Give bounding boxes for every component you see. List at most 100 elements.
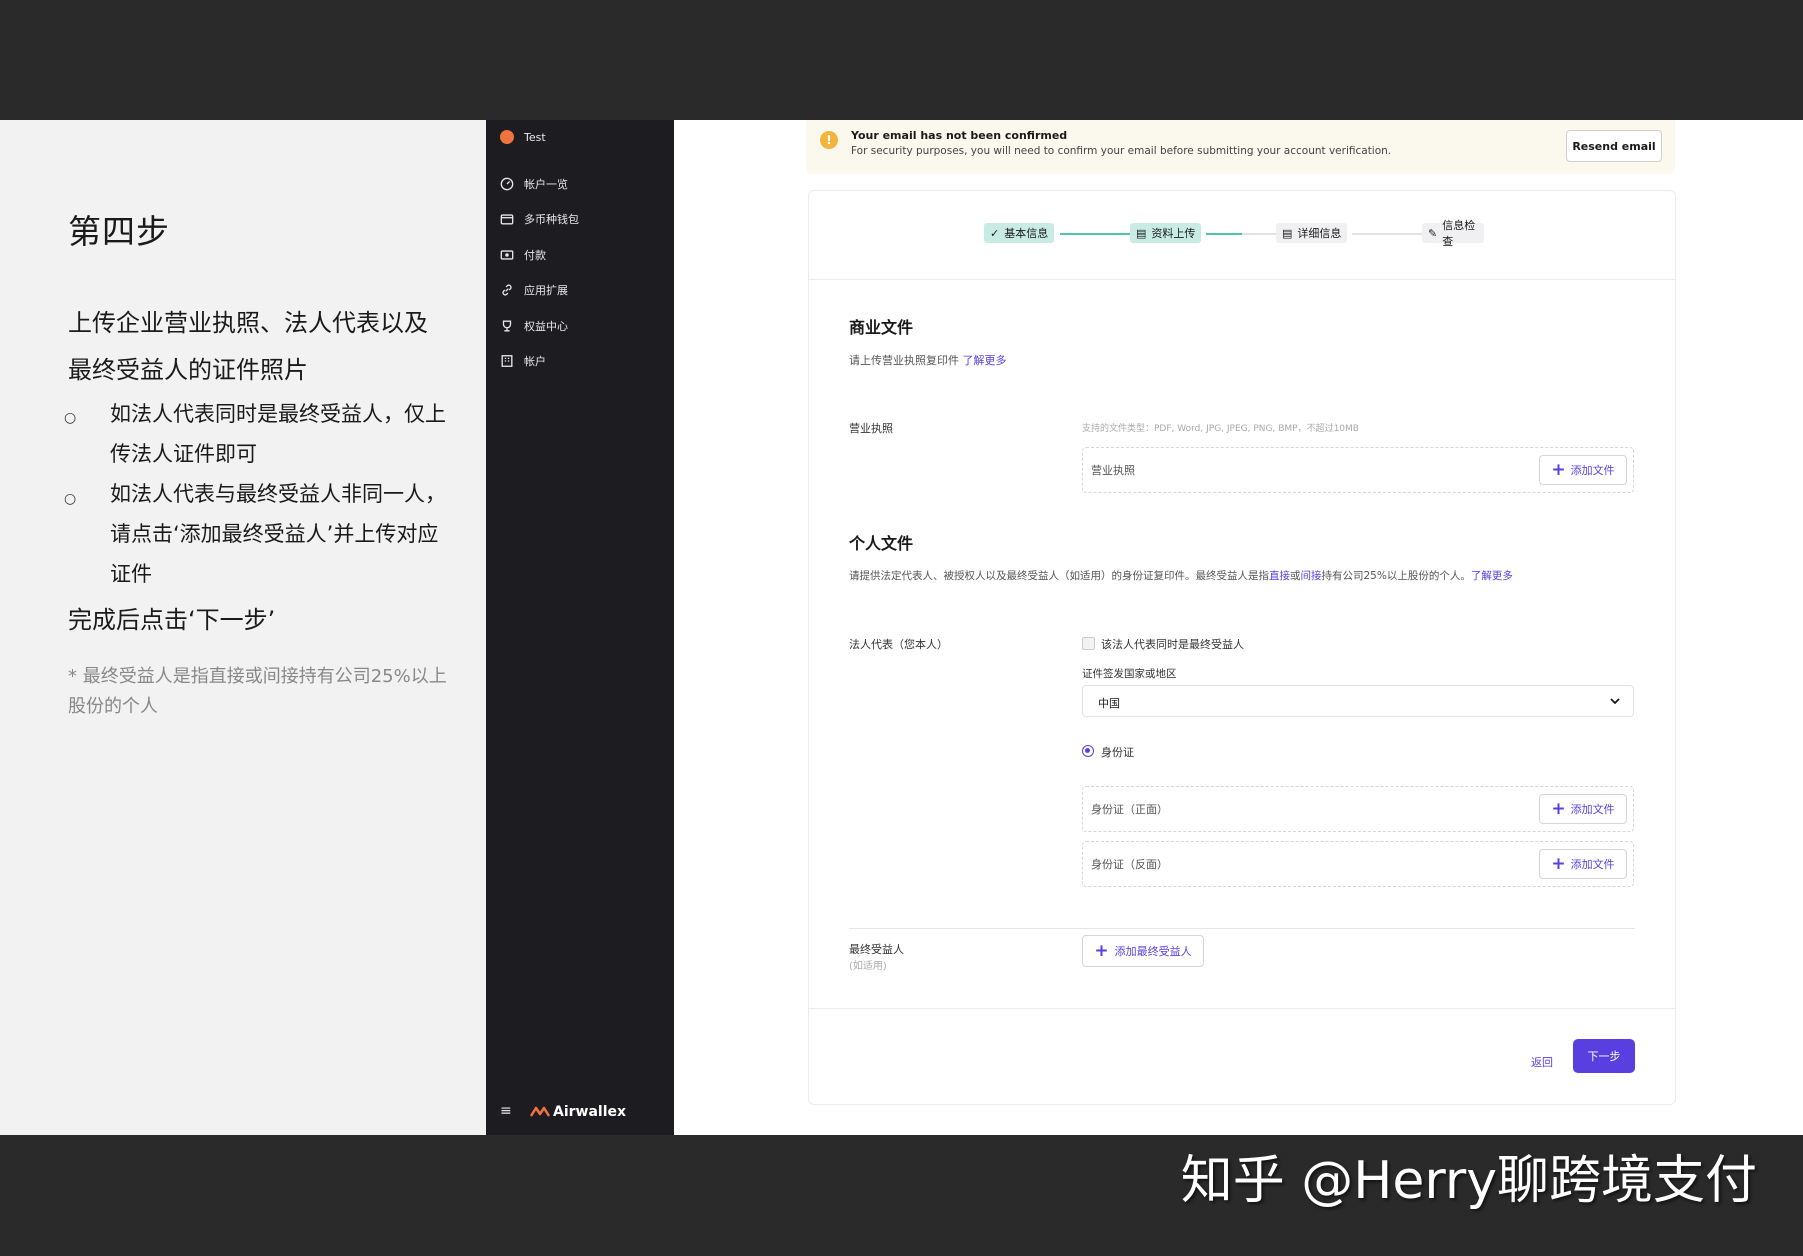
sidebar-item-wallet[interactable]: 多币种钱包 [500,211,579,227]
sidebar-item-label: 付款 [524,249,546,262]
bullet-text-2: 如法人代表与最终受益人非同一人，请点击‘添加最终受益人’并上传对应证件 [110,482,446,586]
step-label: 基本信息 [1004,227,1049,240]
country-select[interactable]: 中国 [1082,685,1634,717]
bullet-text-1: 如法人代表同时是最终受益人，仅上传法人证件即可 [110,402,446,466]
bullet-icon: ○ [64,491,77,507]
personal-desc-text-2: 持有公司25%以上股份的个人。 [1321,570,1471,582]
email-alert: ! Your email has not been confirmed For … [806,120,1675,174]
building-icon [501,355,513,367]
sidebar-item-account[interactable]: 帐户 [500,353,546,369]
top-band [0,0,1803,120]
sidebar-item-label: 帐户一览 [524,178,568,191]
add-file-button[interactable]: + 添加文件 [1539,794,1627,824]
plus-icon: + [1551,798,1566,819]
step-review[interactable]: ✎ 信息检查 [1422,219,1484,248]
resend-email-button[interactable]: Resend email [1566,130,1662,162]
divider [809,279,1675,280]
sidebar-item-payments[interactable]: 付款 [500,247,546,263]
org-name: Test [524,130,546,144]
ubo-sublabel: (如适用) [849,961,887,972]
link-icon [502,284,512,296]
learn-more-link[interactable]: 了解更多 [963,354,1007,367]
step-connector [1060,233,1130,235]
trophy-icon [502,320,512,332]
add-file-button[interactable]: + 添加文件 [1539,455,1627,485]
back-button[interactable]: 返回 [1531,1054,1553,1070]
step-details[interactable]: ▤ 详细信息 [1276,223,1348,243]
bullet-icon: ○ [64,410,77,426]
payment-icon [500,250,514,260]
business-docs-desc: 请上传营业执照复印件 了解更多 [849,352,1007,368]
upload-placeholder: 身份证（正面） [1091,803,1168,816]
personal-docs-title: 个人文件 [849,534,914,553]
step-basic-info[interactable]: ✓ 基本信息 [984,223,1055,243]
sidebar: Test 帐户一览 多币种钱包 付款 应用扩展 权益中心 帐户 ≡ Airwal… [486,120,674,1135]
sidebar-item-apps[interactable]: 应用扩展 [500,282,568,298]
business-docs-title: 商业文件 [849,318,914,337]
step-label: 信息检查 [1442,219,1476,248]
step-connector [1352,233,1422,235]
dashboard-icon [500,177,514,191]
org-switcher[interactable]: Test [500,130,546,144]
add-ubo-button[interactable]: + 添加最终受益人 [1082,935,1204,967]
divider [849,928,1635,929]
chevron-down-icon [1610,698,1620,705]
stepper: ✓ 基本信息 ▤ 资料上传 ▤ 详细信息 ✎ 信息检查 [984,219,1484,248]
sidebar-item-label: 权益中心 [524,320,568,333]
legal-rep-label: 法人代表（您本人） [849,638,948,651]
id-back-upload-box[interactable]: 身份证（反面） + 添加文件 [1082,841,1634,887]
add-ubo-label: 添加最终受益人 [1114,945,1192,958]
warning-icon: ! [820,131,838,149]
sidebar-item-label: 帐户 [524,355,546,368]
wallet-icon [500,214,514,225]
direct-link[interactable]: 直接 [1269,570,1290,582]
ubo-label: 最终受益人 [849,943,904,956]
brand-name: Airwallex [553,1104,627,1120]
footnote: * 最终受益人是指直接或间接持有公司25%以上股份的个人 [68,666,447,717]
airwallex-logo-icon [530,1106,550,1117]
step-connector [1206,233,1242,235]
add-file-label: 添加文件 [1570,858,1615,871]
alert-subtitle: For security purposes, you will need to … [851,145,1392,157]
file-types-hint: 支持的文件类型：PDF, Word, JPG, JPEG, PNG, BMP，不… [1082,424,1359,434]
id-front-upload-box[interactable]: 身份证（正面） + 添加文件 [1082,786,1634,832]
add-file-button[interactable]: + 添加文件 [1539,849,1627,879]
check-icon: ✓ [990,226,1000,240]
watermark: 知乎 @Herry聊跨境支付 [1180,1151,1757,1211]
upload-placeholder: 营业执照 [1091,464,1135,477]
step-connector [1242,233,1276,235]
country-value: 中国 [1098,697,1120,710]
org-avatar-icon [500,130,514,144]
sidebar-item-rewards[interactable]: 权益中心 [500,318,568,334]
indirect-link[interactable]: 间接 [1301,570,1322,582]
sidebar-item-overview[interactable]: 帐户一览 [500,176,568,192]
or-text: 或 [1290,570,1301,582]
next-button[interactable]: 下一步 [1573,1039,1635,1073]
plus-icon: + [1094,940,1109,961]
license-upload-box[interactable]: 营业执照 + 添加文件 [1082,447,1634,493]
menu-icon[interactable]: ≡ [500,1103,512,1119]
id-card-radio-label: 身份证 [1101,746,1134,759]
step-title: 第四步 [68,212,170,251]
alert-title: Your email has not been confirmed [851,129,1068,142]
upload-placeholder: 身份证（反面） [1091,858,1168,871]
learn-more-link[interactable]: 了解更多 [1471,570,1513,582]
plus-icon: + [1551,459,1566,480]
country-label: 证件签发国家或地区 [1082,668,1177,680]
document-icon: ▤ [1136,226,1147,240]
step-label: 详细信息 [1297,227,1342,240]
step-document-upload[interactable]: ▤ 资料上传 [1130,223,1202,243]
id-card-radio[interactable] [1082,745,1094,757]
is-ubo-checkbox-label: 该法人代表同时是最终受益人 [1101,638,1244,651]
personal-docs-desc: 请提供法定代表人、被授权人以及最终受益人（如适用）的身份证复印件。最终受益人是指… [849,568,1513,583]
add-file-label: 添加文件 [1570,803,1615,816]
main-description: 上传企业营业执照、法人代表以及最终受益人的证件照片 [68,309,428,384]
airwallex-logo: Airwallex [530,1104,626,1120]
is-ubo-checkbox[interactable] [1082,637,1095,650]
sidebar-item-label: 多币种钱包 [524,213,579,226]
edit-document-icon: ✎ [1428,226,1438,240]
business-docs-desc-text: 请上传营业执照复印件 [849,354,959,367]
onboarding-form-card: ✓ 基本信息 ▤ 资料上传 ▤ 详细信息 ✎ 信息检查 商业文件 请上传营业执照… [808,190,1676,1105]
plus-icon: + [1551,853,1566,874]
sidebar-item-label: 应用扩展 [524,284,568,297]
